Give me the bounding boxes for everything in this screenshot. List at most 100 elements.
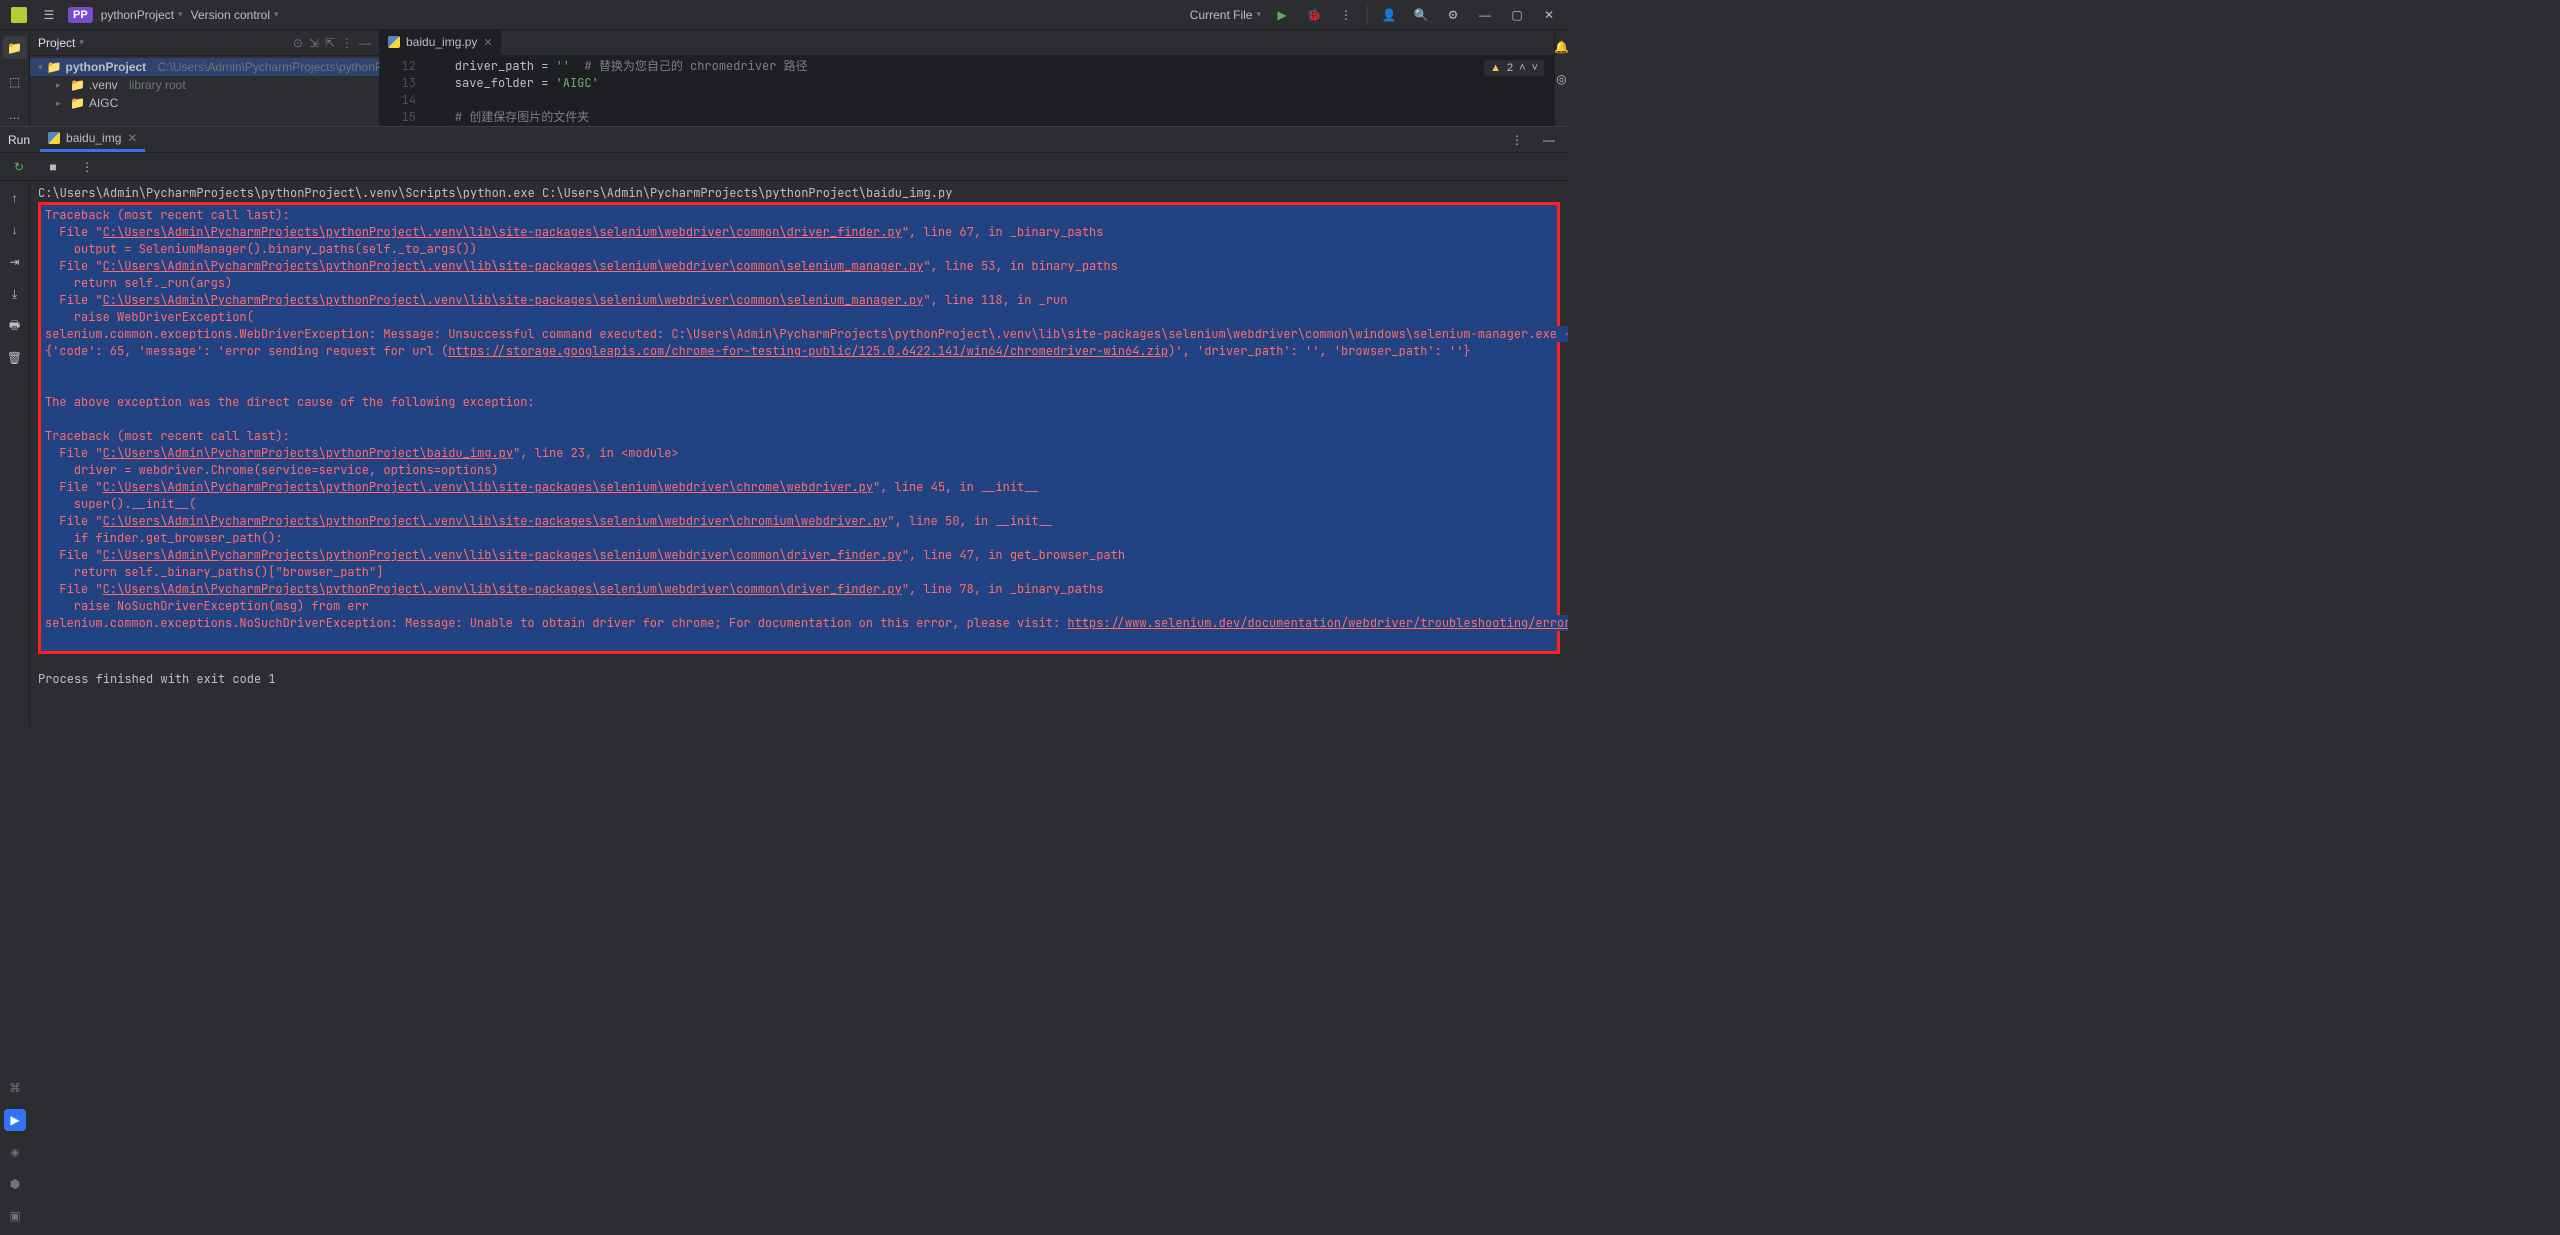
file-link[interactable]: C:\Users\Admin\PycharmProjects\pythonPro… [103,292,924,308]
run-side-toolbar: ↑ ↓ ⇥ ⤓ 🖶 🗑 [0,181,30,726]
file-link[interactable]: C:\Users\Admin\PycharmProjects\pythonPro… [103,445,513,461]
line-number: 15 [380,109,416,126]
hide-icon[interactable]: — [359,36,371,50]
python-file-icon [388,36,400,48]
command-line: C:\Users\Admin\PycharmProjects\pythonPro… [38,185,960,201]
traceback-selection: Traceback (most recent call last): File … [38,202,1560,654]
close-tab-icon[interactable]: ✕ [127,131,137,145]
minimize-icon[interactable]: — [1474,4,1496,26]
warning-count: 2 [1507,62,1513,74]
structure-tool-icon[interactable]: ⬚ [4,71,26,92]
chevron-down-icon: ▾ [1256,9,1261,20]
maximize-icon[interactable]: ▢ [1506,4,1528,26]
line-gutter: 12 13 14 15 [380,56,426,126]
project-pane-title: Project [38,36,75,50]
python-file-icon [48,132,60,144]
left-rail-bottom: ⌘ ▶ ◈ ⬢ ▣ [0,1077,30,1235]
file-link[interactable]: C:\Users\Admin\PycharmProjects\pythonPro… [103,581,902,597]
expander-icon[interactable]: ▾ [38,62,43,73]
stop-button[interactable]: ■ [42,156,64,178]
run-tab-label: baidu_img [66,131,121,145]
down-stack-icon[interactable]: ↓ [4,219,26,241]
more-tool-icon[interactable]: … [4,105,26,126]
left-tool-sidebar: 📁 ⬚ … [0,30,30,126]
editor-inspections[interactable]: ▲ 2 ˄ ˅ [1484,60,1544,76]
toolbar-more-icon[interactable]: ⋮ [76,156,98,178]
collapse-icon[interactable]: ⇱ [325,36,335,50]
project-tree: ▾ 📁 pythonProject C:\Users\Admin\Pycharm… [30,56,379,114]
clear-icon[interactable]: 🗑 [4,347,26,369]
tree-item-venv[interactable]: ▸ 📁 .venv library root [30,76,379,94]
project-name-label: pythonProject [101,8,174,22]
version-control-dropdown[interactable]: Version control ▾ [191,8,279,22]
expander-icon[interactable]: ▸ [56,98,66,109]
project-tool-icon[interactable]: 📁 [3,36,27,59]
run-tool-icon[interactable]: ▶ [4,1109,26,1131]
url-link[interactable]: https://storage.googleapis.com/chrome-fo… [448,343,1168,359]
close-tab-icon[interactable]: ✕ [483,36,492,49]
folder-icon: 📁 [47,60,62,74]
right-tool-sidebar: 🔔 ◎ [1554,30,1568,126]
file-link[interactable]: C:\Users\Admin\PycharmProjects\pythonPro… [103,258,924,274]
root-path: C:\Users\Admin\PycharmProjects\pythonPro… [158,60,413,74]
expander-icon[interactable]: ▸ [56,80,66,91]
terminal-icon[interactable]: ▣ [4,1205,26,1227]
editor-tab-baidu-img[interactable]: baidu_img.py ✕ [380,29,502,55]
folder-icon: 📁 [70,96,85,110]
editor-area: baidu_img.py ✕ 12 13 14 15 driver_path =… [380,30,1554,126]
line-number: 14 [380,92,416,109]
run-panel-label: Run [8,133,30,147]
exit-line: Process finished with exit code 1 [38,671,276,687]
search-icon[interactable]: 🔍 [1410,4,1432,26]
options-icon[interactable]: ⋮ [341,36,353,50]
root-name: pythonProject [65,60,146,74]
run-tab-baidu-img[interactable]: baidu_img ✕ [40,128,145,152]
expand-icon[interactable]: ⇲ [309,36,319,50]
print-icon[interactable]: 🖶 [4,315,26,337]
file-link[interactable]: C:\Users\Admin\PycharmProjects\pythonPro… [103,513,888,529]
code-with-me-icon[interactable]: 👤 [1378,4,1400,26]
run-config-label: Current File [1190,8,1253,22]
run-tool-window: Run baidu_img ✕ ⋮ — ↻ ■ ⋮ ↑ ↓ ⇥ ⤓ 🖶 🗑 C:… [0,126,1568,726]
run-config-dropdown[interactable]: Current File ▾ [1190,8,1261,22]
run-toolbar: ↻ ■ ⋮ [0,153,1568,181]
close-window-icon[interactable]: ✕ [1538,4,1560,26]
editor-tab-label: baidu_img.py [406,35,477,49]
warning-icon: ▲ [1490,62,1501,74]
settings-icon[interactable]: ⚙ [1442,4,1464,26]
url-link[interactable]: https://www.selenium.dev/documentation/w… [1067,615,1568,631]
soft-wrap-icon[interactable]: ⇥ [4,251,26,273]
services-icon[interactable]: ◈ [4,1141,26,1163]
up-stack-icon[interactable]: ↑ [4,187,26,209]
debug-button[interactable]: 🐞 [1303,4,1325,26]
folder-icon: 📁 [70,78,85,92]
console-output[interactable]: C:\Users\Admin\PycharmProjects\pythonPro… [30,181,1568,726]
more-actions-icon[interactable]: ⋮ [1335,4,1357,26]
file-link[interactable]: C:\Users\Admin\PycharmProjects\pythonPro… [103,224,902,240]
file-link[interactable]: C:\Users\Admin\PycharmProjects\pythonPro… [103,479,873,495]
scroll-end-icon[interactable]: ⤓ [4,283,26,305]
tree-root[interactable]: ▾ 📁 pythonProject C:\Users\Admin\Pycharm… [30,58,379,76]
python-packages-icon[interactable]: ⬢ [4,1173,26,1195]
project-badge: PP [68,7,93,23]
app-logo [8,4,30,26]
next-highlight-icon[interactable]: ˅ [1532,62,1538,74]
line-number: 12 [380,58,416,75]
run-options-icon[interactable]: ⋮ [1506,129,1528,151]
tree-item-aigc[interactable]: ▸ 📁 AIGC [30,94,379,112]
editor-body[interactable]: 12 13 14 15 driver_path = '' # 替换为您自己的 c… [380,56,1554,126]
rerun-button[interactable]: ↻ [8,156,30,178]
python-console-icon[interactable]: ⌘ [4,1077,26,1099]
run-button[interactable]: ▶ [1271,4,1293,26]
chevron-down-icon[interactable]: ▾ [79,37,84,48]
notifications-icon[interactable]: 🔔 [1551,36,1573,58]
prev-highlight-icon[interactable]: ˄ [1519,62,1525,74]
divider [1367,5,1368,25]
tree-item-label: .venv [89,78,118,92]
hide-run-icon[interactable]: — [1538,129,1560,151]
file-link[interactable]: C:\Users\Admin\PycharmProjects\pythonPro… [103,547,902,563]
project-name-dropdown[interactable]: pythonProject ▾ [101,8,183,22]
main-menu-icon[interactable]: ☰ [38,4,60,26]
code-content[interactable]: driver_path = '' # 替换为您自己的 chromedriver … [426,56,1554,126]
locate-icon[interactable]: ⊙ [293,36,303,50]
